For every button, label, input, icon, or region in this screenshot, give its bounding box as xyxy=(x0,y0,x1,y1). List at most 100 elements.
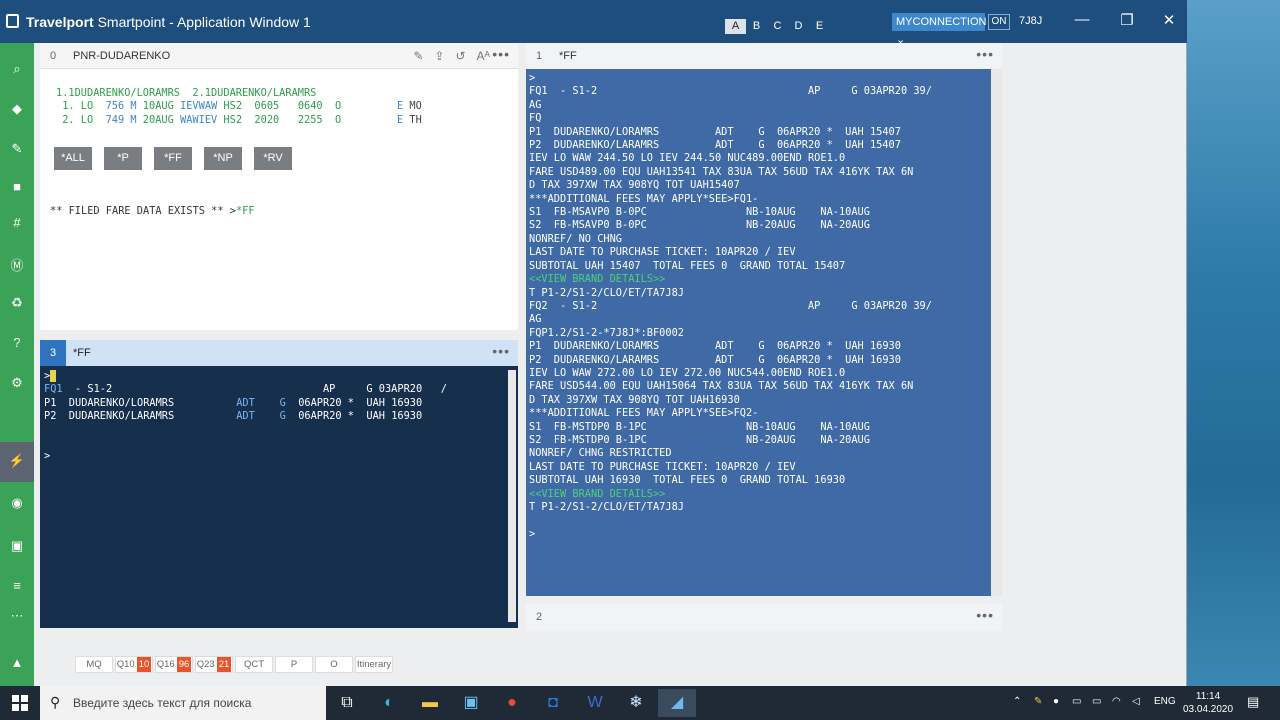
terminal-line[interactable]: <<VIEW BRAND DETAILS>> xyxy=(529,273,932,286)
terminal-output[interactable]: > FQ1 - S1-2 AP G 03APR20 39/AG FQ P1 DUDAR… xyxy=(529,72,932,541)
tab-d[interactable]: D xyxy=(788,19,809,34)
tr-icon[interactable]: ≡ xyxy=(0,578,34,593)
taskbar: ⚲ Введите здесь текст для поиска ⧉ ◐ ▬ ▣… xyxy=(0,686,1280,720)
panel-number: 1 xyxy=(536,50,543,62)
mq-button[interactable]: MQ xyxy=(75,656,113,673)
sidebar: ⌕ ◆ ✎ ■ # Ⓜ ♻ ? ⚙ ⚡ ◉ ▣ ≡ ⋯ ▲ xyxy=(0,43,34,686)
m-icon[interactable]: Ⓜ xyxy=(0,255,34,274)
qct-button[interactable]: QCT xyxy=(235,656,273,673)
terminal-line: AG xyxy=(529,98,542,111)
on-toggle[interactable]: ON xyxy=(988,14,1010,30)
queue-bar: MQ Q10 10 Q16 96 Q23 21 QCT P O Itinerary xyxy=(75,656,393,673)
terminal-line: FQ2 - S1-2 AP G 03APR20 39/ xyxy=(529,299,932,312)
outlook-icon[interactable]: ◘ xyxy=(534,689,572,717)
volume-icon[interactable]: ◁ xyxy=(1132,696,1140,707)
map-pin-icon[interactable]: ◉ xyxy=(0,495,34,511)
scrollbar[interactable] xyxy=(508,370,516,622)
word-icon[interactable]: W xyxy=(576,689,614,717)
ff-link[interactable]: *FF xyxy=(236,205,255,217)
p-queue-button[interactable]: P xyxy=(275,656,313,673)
minimize-button[interactable]: — xyxy=(1072,11,1092,28)
panel-number: 3 xyxy=(40,340,66,366)
scrollbar[interactable] xyxy=(991,69,1002,596)
microphone-icon[interactable]: ● xyxy=(1053,696,1059,707)
panel-title: *FF xyxy=(559,50,577,62)
terminal-line: S2 FB-MSTDP0 B-1PC NB-20AUG NA-20AUG xyxy=(529,433,870,446)
wrench-icon[interactable]: ✎ xyxy=(0,141,34,157)
taskbar-search[interactable]: ⚲ Введите здесь текст для поиска xyxy=(40,686,326,720)
fs-icon[interactable]: ▣ xyxy=(0,538,34,554)
gear-icon[interactable]: ⚙ xyxy=(0,375,34,391)
tag-icon[interactable]: ◆ xyxy=(0,101,34,117)
terminal-output[interactable]: > FQ1 - S1-2 AP G 03APR20 / P1 DUDARENKO… xyxy=(44,370,447,464)
panel-menu-icon[interactable]: ••• xyxy=(492,46,510,62)
panel-1-terminal: 1 *FF ••• > FQ1 - S1-2 AP G 03APR20 39/AG… xyxy=(526,43,1002,596)
notification-icon[interactable]: ▤ xyxy=(1247,694,1259,710)
snowflake-app-icon[interactable]: ❄ xyxy=(617,689,655,717)
o-queue-button[interactable]: O xyxy=(315,656,353,673)
history-icon[interactable]: ↺ xyxy=(455,49,465,63)
hash-icon[interactable]: # xyxy=(0,215,34,230)
tray-chevron-icon[interactable]: ⌃ xyxy=(1013,696,1021,707)
panel-menu-icon[interactable]: ••• xyxy=(976,46,994,62)
terminal-line: LAST DATE TO PURCHASE TICKET: 10APR20 / … xyxy=(529,460,796,473)
pencil-icon[interactable]: ✎ xyxy=(413,49,423,63)
tab-b[interactable]: B xyxy=(746,19,767,34)
panel-menu-icon[interactable]: ••• xyxy=(492,343,510,359)
task-view-icon[interactable]: ⧉ xyxy=(328,689,366,717)
close-button[interactable]: ✕ xyxy=(1159,11,1179,29)
plug-icon[interactable]: ⚡ xyxy=(0,453,34,469)
help-icon[interactable]: ? xyxy=(0,335,34,350)
window-icon[interactable]: ■ xyxy=(0,179,34,194)
chrome-icon[interactable]: ● xyxy=(493,689,531,717)
tab-a[interactable]: A xyxy=(725,19,746,34)
restore-button[interactable]: ❐ xyxy=(1117,11,1137,29)
edge-icon[interactable]: ◐ xyxy=(370,689,408,717)
wifi-icon[interactable]: ◠ xyxy=(1112,696,1121,707)
panel-header: 3 *FF ••• xyxy=(40,340,518,366)
q10-button[interactable]: Q10 10 xyxy=(115,656,153,673)
terminal-line: FQ xyxy=(529,112,542,125)
tray-app-icon[interactable]: ✎ xyxy=(1034,696,1042,707)
share-icon[interactable]: ⇪ xyxy=(434,49,444,63)
battery-icon[interactable]: ▭ xyxy=(1092,696,1101,707)
filed-fare-note: ** FILED FARE DATA EXISTS ** >*FF xyxy=(50,205,255,217)
terminal-line[interactable]: <<VIEW BRAND DETAILS>> xyxy=(529,488,932,501)
bell-icon[interactable]: ▲ xyxy=(0,655,34,670)
panel-menu-icon[interactable]: ••• xyxy=(976,607,994,623)
more-icon[interactable]: ⋯ xyxy=(0,608,34,624)
terminal-line: IEV LO WAW 244.50 LO IEV 244.50 NUC489.0… xyxy=(529,152,846,165)
smartpoint-taskbar-icon[interactable]: ◢ xyxy=(658,689,696,717)
fq1-link[interactable]: FQ1 xyxy=(44,383,63,395)
np-button[interactable]: *NP xyxy=(204,147,242,170)
network-icon[interactable]: ▭ xyxy=(1072,696,1081,707)
windows-start-icon[interactable] xyxy=(12,695,28,711)
terminal-line: P1 DUDARENKO/LORAMRS ADT G 06APR20 * UAH… xyxy=(529,340,901,353)
panel-2[interactable]: 2 ••• xyxy=(526,604,1002,630)
p-button[interactable]: *P xyxy=(104,147,142,170)
search-input[interactable]: Введите здесь текст для поиска xyxy=(73,696,251,710)
q16-button[interactable]: Q16 96 xyxy=(155,656,193,673)
itinerary-button[interactable]: Itinerary xyxy=(355,656,393,673)
rv-button[interactable]: *RV xyxy=(254,147,292,170)
terminal-line: FQ1 - S1-2 AP G 03APR20 39/ xyxy=(529,85,932,98)
clock[interactable]: 11:14 03.04.2020 xyxy=(1183,690,1233,716)
terminal-line: AG xyxy=(529,313,542,326)
ff-button[interactable]: *FF xyxy=(154,147,192,170)
tab-c[interactable]: C xyxy=(767,19,788,34)
all-button[interactable]: *ALL xyxy=(54,147,92,170)
font-size-icon[interactable]: Aᴬ xyxy=(477,49,490,63)
language-indicator[interactable]: ENG xyxy=(1154,696,1176,707)
mail-icon[interactable]: ▣ xyxy=(452,689,490,717)
search-icon[interactable]: ⌕ xyxy=(0,61,34,77)
app-logo-icon xyxy=(6,14,19,28)
connection-dropdown[interactable]: MYCONNECTION ⌄ xyxy=(892,13,986,46)
panel-actions: ✎ ⇪ ↺ Aᴬ xyxy=(413,49,490,63)
terminal-line: SUBTOTAL UAH 15407 TOTAL FEES 0 GRAND TO… xyxy=(529,259,846,272)
file-explorer-icon[interactable]: ▬ xyxy=(411,689,449,717)
recycle-icon[interactable]: ♻ xyxy=(0,295,34,311)
q23-button[interactable]: Q23 21 xyxy=(195,656,233,673)
terminal-line: P2 DUDARENKO/LARAMRS ADT G 06APR20 * UAH… xyxy=(529,353,901,366)
passenger-names[interactable]: 1.1DUDARENKO/LORAMRS 2.1DUDARENKO/LARAMR… xyxy=(56,87,316,99)
tab-e[interactable]: E xyxy=(809,19,830,34)
